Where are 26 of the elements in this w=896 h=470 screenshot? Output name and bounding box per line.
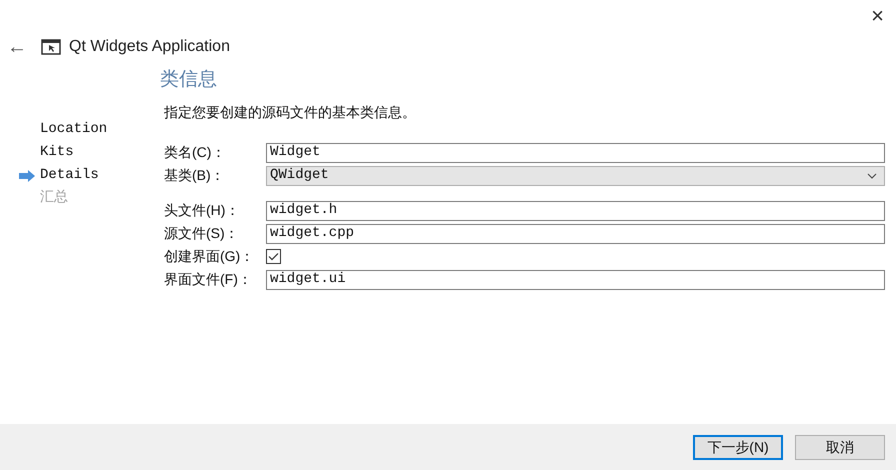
close-button[interactable]: × [871,2,884,30]
input-field[interactable]: widget.cpp [266,224,885,244]
page-heading: 类信息 [160,68,218,92]
dropdown[interactable]: QWidget [266,166,885,186]
wizard-step: Kits [40,142,74,163]
arrow-right-icon [18,170,36,182]
wizard-step: Location [40,119,108,140]
field-label: 界面文件(F)： [164,270,253,289]
input-field[interactable]: widget.ui [266,270,885,290]
field-label: 基类(B)： [164,166,226,185]
dialog-button[interactable]: 取消 [795,434,885,460]
field-label: 源文件(S)： [164,224,240,243]
field-label: 头文件(H)： [164,201,240,220]
input-field[interactable]: widget.h [266,200,885,220]
wizard-step: 汇总 [40,188,68,209]
checkbox[interactable] [266,249,281,264]
back-button[interactable]: ← [5,32,29,62]
field-label: 创建界面(G)： [164,247,256,266]
window-icon [41,39,61,55]
field-label: 类名(C)： [164,143,226,162]
wizard-step: Details [40,165,99,186]
window-title: Qt Widgets Application [69,37,230,57]
page-description: 指定您要创建的源码文件的基本类信息。 [164,103,417,122]
dialog-button[interactable]: 下一步(N) [693,434,783,460]
chevron-down-icon [867,172,877,178]
input-field[interactable]: Widget [266,142,885,162]
